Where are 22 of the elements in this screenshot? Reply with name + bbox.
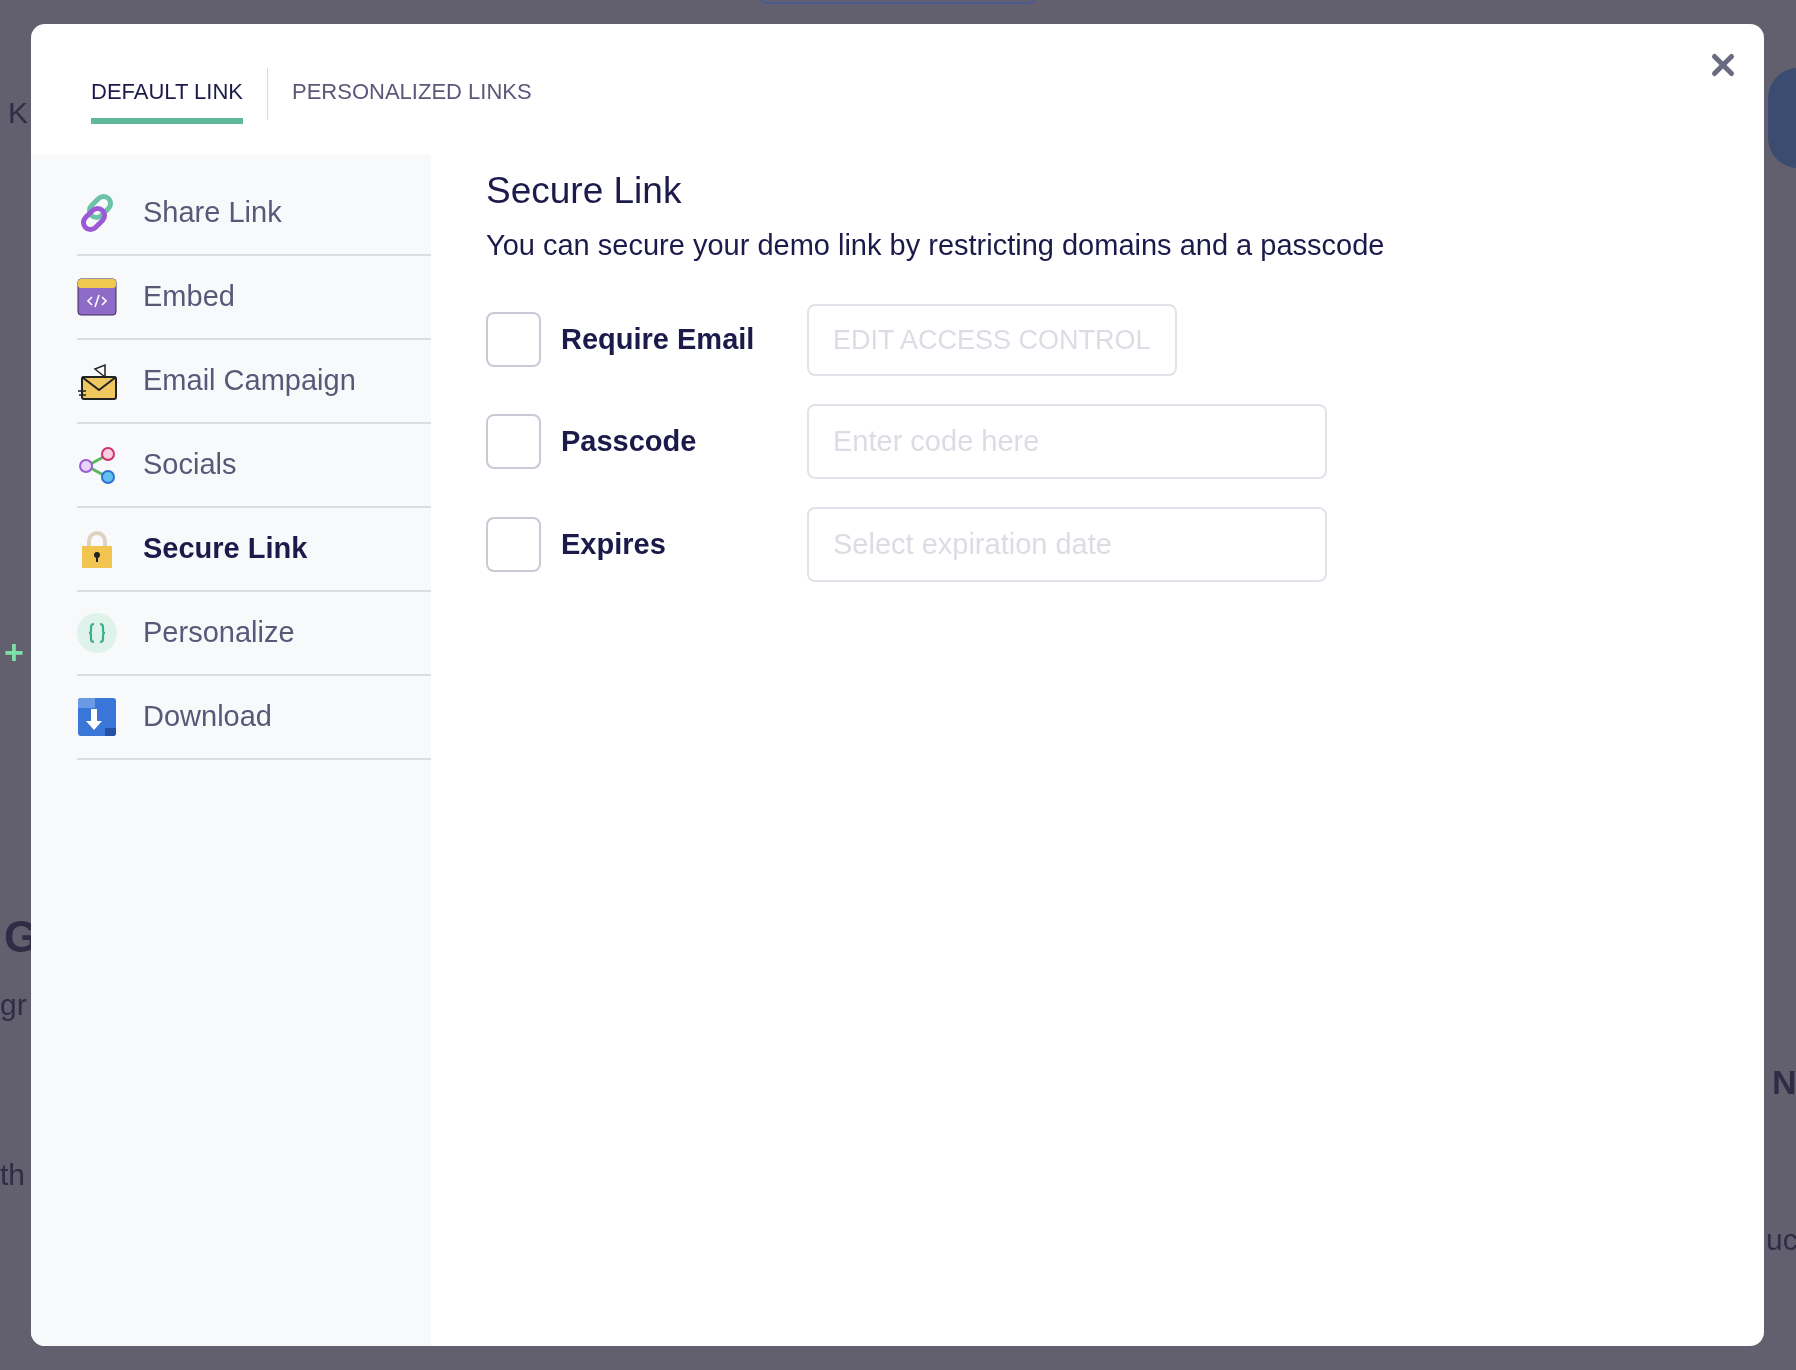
sidebar-item[interactable]: Personalize: [77, 592, 431, 676]
sidebar-item[interactable]: Socials: [77, 424, 431, 508]
section-description: You can secure your demo link by restricting domains and a passcode: [486, 228, 1386, 264]
sidebar-item[interactable]: Share Link: [77, 172, 431, 256]
section-title: Secure Link: [486, 169, 683, 213]
code-window-icon: [77, 277, 117, 317]
tab[interactable]: PERSONALIZED LINKS: [292, 64, 532, 124]
share-nodes-icon: [77, 445, 117, 485]
option-label: Expires: [561, 526, 666, 562]
checkbox[interactable]: [486, 413, 541, 469]
sidebar-item[interactable]: Secure Link: [77, 508, 431, 592]
curly-braces-icon: [77, 613, 117, 653]
checkbox[interactable]: [486, 312, 541, 368]
background-text: +: [4, 635, 24, 669]
tab[interactable]: DEFAULT LINK: [91, 64, 243, 124]
option-label: Passcode: [561, 423, 697, 459]
envelope-megaphone-icon: [77, 361, 117, 401]
sidebar-item[interactable]: Download: [77, 676, 431, 760]
sidebar-item[interactable]: Email Campaign: [77, 340, 431, 424]
sidebar-item[interactable]: Embed: [77, 256, 431, 340]
checkbox[interactable]: [486, 516, 541, 572]
option-label: Require Email: [561, 322, 755, 357]
